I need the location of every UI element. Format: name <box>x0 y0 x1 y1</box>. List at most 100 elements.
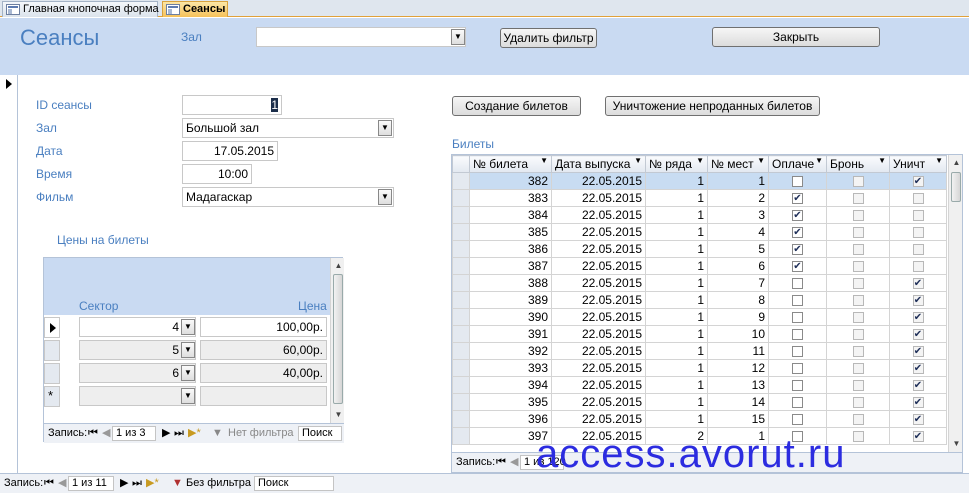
row-number-cell[interactable]: 1 <box>645 189 708 207</box>
checkbox[interactable]: ✔ <box>912 278 924 290</box>
filter-icon[interactable]: ▼ <box>172 474 183 492</box>
paid-cell[interactable] <box>768 172 827 190</box>
issue-date-cell[interactable]: 22.05.2015 <box>551 376 646 394</box>
checkbox[interactable] <box>852 278 864 290</box>
row-number-cell[interactable]: 1 <box>645 223 708 241</box>
row-number-cell[interactable]: 1 <box>645 274 708 292</box>
issue-date-cell[interactable]: 22.05.2015 <box>551 240 646 258</box>
checkbox[interactable] <box>852 210 864 222</box>
issue-date-cell[interactable]: 22.05.2015 <box>551 410 646 428</box>
sector-combo[interactable]: 4 <box>79 317 196 337</box>
destroyed-cell[interactable]: ✔ <box>889 393 947 411</box>
booked-cell[interactable] <box>826 274 890 292</box>
issue-date-cell[interactable]: 22.05.2015 <box>551 206 646 224</box>
row-selector[interactable] <box>452 257 470 275</box>
table-row[interactable]: 386 22.05.2015 1 5 ✔ <box>452 240 947 258</box>
close-button[interactable]: Закрыть <box>712 27 880 47</box>
row-number-cell[interactable]: 1 <box>645 342 708 360</box>
checkbox[interactable]: ✔ <box>792 227 803 239</box>
next-record-icon[interactable]: ▶ <box>120 474 128 492</box>
row-selector[interactable]: * <box>44 386 60 407</box>
table-row[interactable]: 385 22.05.2015 1 4 ✔ <box>452 223 947 241</box>
checkbox[interactable] <box>792 414 803 426</box>
row-selector[interactable] <box>452 291 470 309</box>
checkbox[interactable] <box>912 261 924 273</box>
first-record-icon[interactable]: ⏮ <box>44 474 54 492</box>
checkbox[interactable] <box>852 193 864 205</box>
previous-record-icon[interactable]: ◀ <box>58 474 66 492</box>
hall-combo[interactable]: Большой зал <box>182 118 394 138</box>
issue-date-cell[interactable]: 22.05.2015 <box>551 223 646 241</box>
table-row[interactable]: 382 22.05.2015 1 1 ✔ <box>452 172 947 190</box>
checkbox[interactable]: ✔ <box>912 176 924 188</box>
ticket-number-cell[interactable]: 388 <box>469 274 552 292</box>
chevron-down-icon[interactable]: ▼ <box>181 388 195 404</box>
checkbox[interactable]: ✔ <box>792 193 803 205</box>
seat-number-cell[interactable]: 6 <box>707 257 769 275</box>
row-number-cell[interactable]: 1 <box>645 359 708 377</box>
checkbox[interactable] <box>792 380 803 392</box>
booked-cell[interactable] <box>826 172 890 190</box>
scroll-down-icon[interactable]: ▼ <box>332 408 345 421</box>
ticket-number-cell[interactable]: 394 <box>469 376 552 394</box>
select-all-corner[interactable] <box>452 155 470 173</box>
seat-number-cell[interactable]: 2 <box>707 189 769 207</box>
scroll-up-icon[interactable]: ▲ <box>332 259 345 272</box>
destroyed-cell[interactable]: ✔ <box>889 410 947 428</box>
paid-cell[interactable]: ✔ <box>768 240 827 258</box>
row-selector[interactable] <box>44 363 60 384</box>
seat-number-cell[interactable]: 5 <box>707 240 769 258</box>
booked-cell[interactable] <box>826 308 890 326</box>
row-selector[interactable] <box>452 172 470 190</box>
column-header[interactable]: Оплаче ▼ <box>768 155 827 173</box>
checkbox[interactable] <box>852 363 864 375</box>
chevron-down-icon[interactable]: ▼ <box>181 319 195 335</box>
ticket-number-cell[interactable]: 386 <box>469 240 552 258</box>
search-field[interactable]: Поиск <box>254 476 334 491</box>
destroyed-cell[interactable]: ✔ <box>889 342 947 360</box>
chevron-down-icon[interactable]: ▼ <box>451 29 465 45</box>
vertical-scrollbar[interactable]: ▲ ▼ <box>330 258 344 423</box>
destroyed-cell[interactable] <box>889 257 947 275</box>
ticket-number-cell[interactable]: 396 <box>469 410 552 428</box>
paid-cell[interactable]: ✔ <box>768 223 827 241</box>
checkbox[interactable]: ✔ <box>912 312 924 324</box>
paid-cell[interactable] <box>768 410 827 428</box>
record-position-field[interactable]: 1 из 11 <box>68 476 114 491</box>
seat-number-cell[interactable]: 13 <box>707 376 769 394</box>
ticket-number-cell[interactable]: 385 <box>469 223 552 241</box>
table-row[interactable]: 389 22.05.2015 1 8 ✔ <box>452 291 947 309</box>
row-number-cell[interactable]: 1 <box>645 291 708 309</box>
checkbox[interactable] <box>912 244 924 256</box>
checkbox[interactable] <box>852 176 864 188</box>
booked-cell[interactable] <box>826 359 890 377</box>
checkbox[interactable]: ✔ <box>792 244 803 256</box>
sort-dropdown-icon[interactable]: ▼ <box>757 157 765 166</box>
first-record-icon[interactable]: ⏮ <box>496 453 506 471</box>
row-number-cell[interactable]: 1 <box>645 257 708 275</box>
checkbox[interactable]: ✔ <box>792 210 803 222</box>
row-selector[interactable] <box>452 223 470 241</box>
seat-number-cell[interactable]: 10 <box>707 325 769 343</box>
first-record-icon[interactable]: ⏮ <box>88 424 98 442</box>
chevron-down-icon[interactable]: ▼ <box>181 342 195 358</box>
row-number-cell[interactable]: 1 <box>645 206 708 224</box>
issue-date-cell[interactable]: 22.05.2015 <box>551 308 646 326</box>
checkbox[interactable] <box>852 414 864 426</box>
checkbox[interactable] <box>852 380 864 392</box>
paid-cell[interactable] <box>768 376 827 394</box>
column-header[interactable]: Дата выпуска ▼ <box>551 155 646 173</box>
column-header[interactable]: № ряда ▼ <box>645 155 708 173</box>
row-number-cell[interactable]: 1 <box>645 410 708 428</box>
checkbox[interactable] <box>852 295 864 307</box>
chevron-down-icon[interactable]: ▼ <box>378 189 392 205</box>
row-selector[interactable] <box>44 317 60 338</box>
seat-number-cell[interactable]: 4 <box>707 223 769 241</box>
paid-cell[interactable] <box>768 359 827 377</box>
destroyed-cell[interactable]: ✔ <box>889 376 947 394</box>
destroy-unsold-tickets-button[interactable]: Уничтожение непроданных билетов <box>605 96 820 116</box>
checkbox[interactable] <box>852 397 864 409</box>
checkbox[interactable] <box>792 176 803 188</box>
previous-record-icon[interactable]: ◀ <box>510 453 518 471</box>
filter-status[interactable]: Без фильтра <box>186 474 251 492</box>
